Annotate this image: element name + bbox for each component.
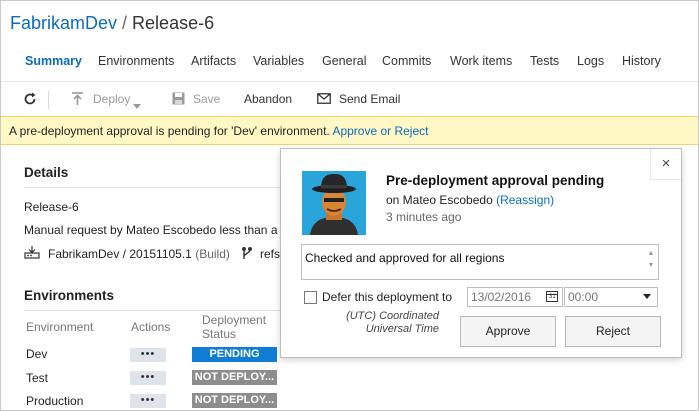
calendar-day: 31	[549, 294, 556, 300]
tab-history[interactable]: History	[622, 54, 661, 68]
reassign-link[interactable]: (Reassign)	[496, 193, 554, 207]
approver-avatar	[302, 171, 366, 235]
branch-icon	[241, 246, 253, 263]
calendar-icon[interactable]: 31	[546, 291, 558, 302]
details-heading: Details	[24, 165, 69, 180]
comment-scrollbar[interactable]: ▲ ▼	[646, 248, 656, 276]
save-icon	[172, 92, 185, 108]
artifact-link[interactable]: FabrikamDev / 20151105.1	[48, 247, 192, 261]
environments-divider	[24, 310, 280, 311]
environment-actions-button[interactable]: •••	[130, 348, 166, 362]
tabs-divider	[1, 81, 698, 82]
page-title: FabrikamDev / Release-6	[10, 13, 214, 34]
approve-button[interactable]: Approve	[460, 316, 556, 347]
approval-comment-text: Checked and approved for all regions	[305, 251, 505, 265]
close-icon[interactable]: ×	[650, 149, 681, 180]
assignee-text: on Mateo Escobedo	[386, 193, 493, 207]
tab-variables[interactable]: Variables	[253, 54, 304, 68]
release-name: Release-6	[132, 13, 215, 33]
defer-time-select[interactable]: 00:00	[564, 287, 658, 307]
refresh-icon[interactable]	[23, 91, 37, 109]
build-icon	[24, 245, 40, 262]
chevron-down-icon[interactable]	[133, 98, 141, 112]
tab-work-items[interactable]: Work items	[450, 54, 512, 68]
banner-message: A pre-deployment approval is pending for…	[9, 124, 330, 138]
tab-commits[interactable]: Commits	[382, 54, 431, 68]
approval-timestamp: 3 minutes ago	[386, 210, 462, 224]
status-badge: NOT DEPLOY...	[192, 393, 277, 408]
tab-summary[interactable]: Summary	[25, 54, 82, 68]
toolbar: Deploy Save Abandon Send Email	[1, 89, 698, 111]
project-link[interactable]: FabrikamDev	[10, 13, 117, 33]
release-summary-window: FabrikamDev / Release-6 Summary Environmen…	[0, 0, 699, 411]
tab-environments[interactable]: Environments	[98, 54, 174, 68]
tab-artifacts[interactable]: Artifacts	[191, 54, 236, 68]
branch-text: refs	[260, 247, 281, 261]
column-header-deployment-status: Deployment Status	[202, 313, 267, 341]
tab-tests[interactable]: Tests	[530, 54, 559, 68]
approval-dialog: × Pre-deployment approval pending on Mat…	[280, 148, 682, 358]
title-separator: /	[122, 13, 128, 33]
environments-heading: Environments	[24, 288, 115, 303]
defer-label: Defer this deployment to	[322, 290, 453, 304]
release-tabs: Summary Environments Artifacts Variables…	[25, 54, 685, 72]
environment-name[interactable]: Production	[26, 394, 83, 408]
approve-or-reject-link[interactable]: Approve or Reject	[332, 124, 428, 138]
defer-time-value: 00:00	[568, 290, 599, 304]
artifact-text: FabrikamDev / 20151105.1 (Build)	[48, 247, 230, 261]
environment-actions-button[interactable]: •••	[130, 371, 166, 385]
status-badge: PENDING	[192, 347, 277, 362]
environment-name[interactable]: Test	[26, 371, 48, 385]
send-email-button[interactable]: Send Email	[339, 92, 400, 106]
deploy-button[interactable]: Deploy	[93, 92, 130, 106]
column-header-environment: Environment	[26, 320, 94, 334]
chevron-down-icon[interactable]	[643, 294, 651, 299]
environment-actions-button[interactable]: •••	[130, 394, 166, 408]
column-header-actions: Actions	[131, 320, 171, 334]
environment-name[interactable]: Dev	[26, 347, 47, 361]
tab-general[interactable]: General	[322, 54, 366, 68]
reject-button[interactable]: Reject	[565, 316, 661, 347]
toolbar-separator	[48, 91, 49, 109]
abandon-button[interactable]: Abandon	[244, 92, 292, 106]
artifact-type: (Build)	[195, 247, 230, 261]
approval-pending-banner: A pre-deployment approval is pending for…	[1, 116, 698, 145]
defer-checkbox[interactable]	[304, 291, 317, 304]
approval-comment-field[interactable]: Checked and approved for all regions ▲ ▼	[301, 244, 659, 280]
save-button[interactable]: Save	[193, 92, 220, 106]
deploy-icon	[71, 91, 84, 109]
defer-date-field[interactable]: 13/02/2016 31	[467, 287, 563, 307]
status-badge: NOT DEPLOY...	[192, 370, 277, 385]
timezone-label: (UTC) Coordinated Universal Time	[346, 310, 439, 335]
approval-assignee: on Mateo Escobedo (Reassign)	[386, 193, 554, 207]
approval-title: Pre-deployment approval pending	[386, 173, 605, 188]
defer-date-value: 13/02/2016	[471, 290, 532, 304]
manual-request-text: Manual request by Mateo Escobedo less th…	[24, 223, 285, 237]
tab-logs[interactable]: Logs	[577, 54, 604, 68]
details-release-name: Release-6	[24, 200, 79, 214]
details-divider	[24, 187, 284, 188]
email-icon	[317, 93, 331, 107]
